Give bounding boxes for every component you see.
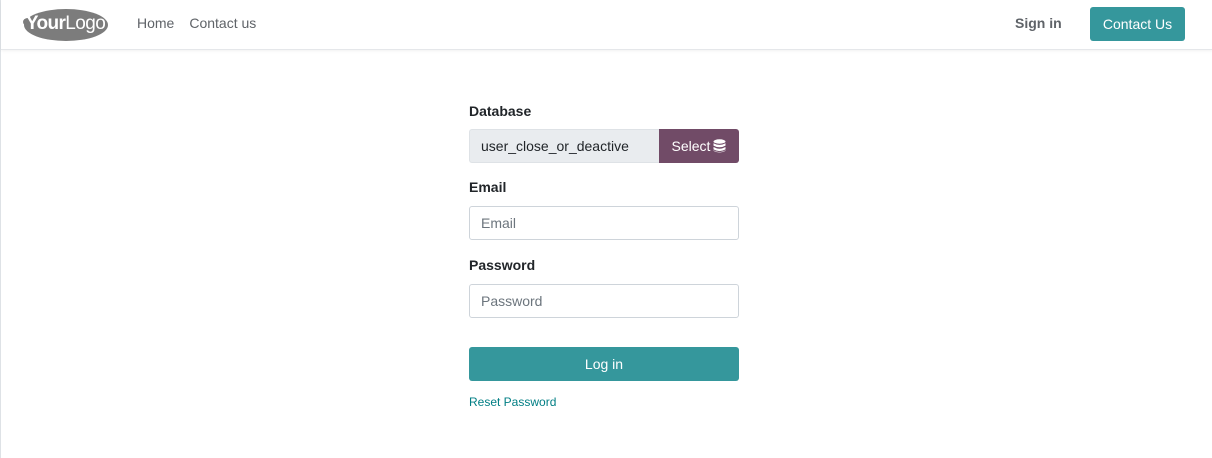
- main-nav: Home Contact us: [137, 14, 256, 32]
- sign-in-link[interactable]: Sign in: [1015, 14, 1062, 32]
- database-value: user_close_or_deactive: [469, 129, 659, 163]
- reset-password-link[interactable]: Reset Password: [469, 394, 556, 410]
- select-button-label: Select: [671, 138, 711, 154]
- login-page: YourLogo Home Contact us Sign in Contact…: [0, 0, 1212, 458]
- nav-home-link[interactable]: Home: [137, 14, 174, 32]
- password-label: Password: [469, 257, 536, 273]
- site-logo[interactable]: YourLogo: [22, 7, 109, 42]
- email-field[interactable]: [469, 206, 739, 240]
- database-icon: [713, 139, 726, 153]
- database-label: Database: [469, 103, 532, 119]
- contact-us-button[interactable]: Contact Us: [1090, 7, 1185, 41]
- select-database-button[interactable]: Select: [659, 129, 739, 163]
- password-field[interactable]: [469, 284, 739, 318]
- database-selector: user_close_or_deactive Select: [469, 129, 739, 163]
- logo-text: YourLogo: [25, 13, 106, 34]
- email-label: Email: [469, 179, 507, 195]
- nav-contact-link[interactable]: Contact us: [189, 14, 256, 32]
- top-navbar: YourLogo Home Contact us Sign in Contact…: [1, 0, 1212, 50]
- log-in-button[interactable]: Log in: [469, 347, 739, 381]
